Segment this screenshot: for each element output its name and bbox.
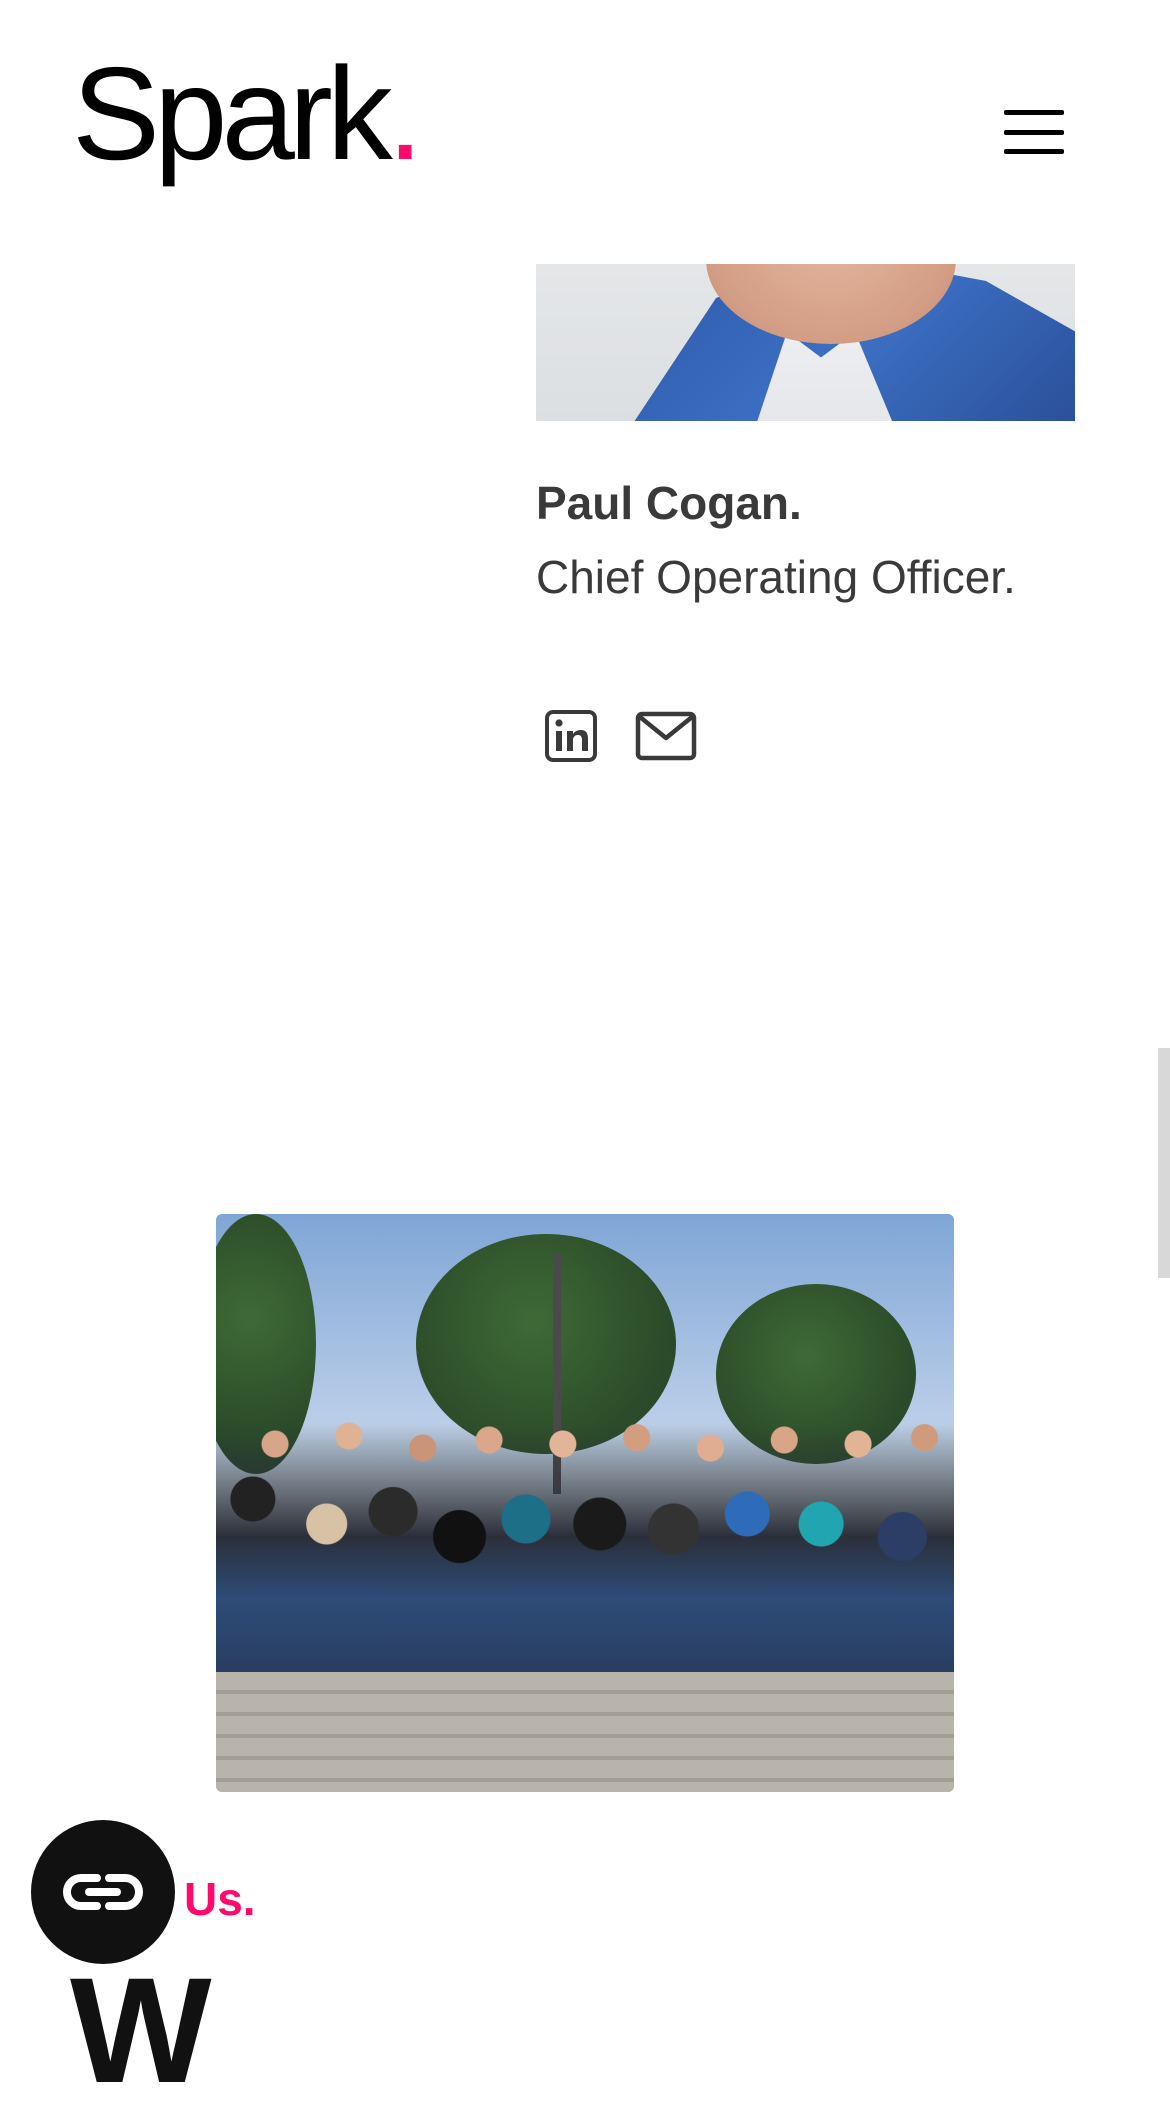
spark-logo[interactable]: Spark. (72, 48, 423, 198)
logo-dot: . (386, 40, 424, 187)
section-heading: W (70, 1946, 216, 2114)
photo-steps (216, 1672, 954, 1792)
team-member-portrait (536, 264, 1075, 421)
logo-text: Spark (72, 40, 393, 187)
menu-line (1004, 129, 1064, 135)
hamburger-menu-icon[interactable] (1004, 110, 1064, 154)
scrollbar-thumb[interactable] (1158, 1048, 1170, 1278)
section-label: Us. (184, 1873, 256, 1925)
menu-line (1004, 110, 1064, 115)
linkedin-icon[interactable] (543, 708, 599, 764)
team-member-role: Chief Operating Officer. (536, 551, 1016, 603)
mail-icon[interactable] (634, 708, 698, 764)
chat-logo-icon[interactable] (31, 1820, 175, 1964)
team-member-name: Paul Cogan. (536, 477, 802, 529)
photo-faces (216, 1404, 954, 1484)
menu-line (1004, 149, 1064, 154)
team-group-photo (216, 1214, 954, 1792)
